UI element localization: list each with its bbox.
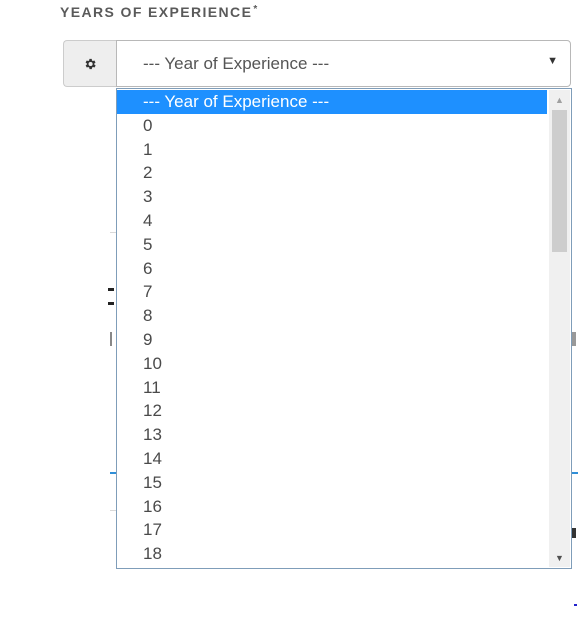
- scroll-down-icon[interactable]: ▼: [549, 548, 570, 567]
- required-marker: *: [253, 4, 259, 15]
- background-divider: [574, 604, 577, 606]
- background-divider: [572, 332, 576, 346]
- option-selected[interactable]: --- Year of Experience ---: [117, 90, 547, 114]
- chevron-down-icon: ▼: [547, 55, 558, 67]
- gear-addon: [63, 40, 116, 87]
- dropdown-option[interactable]: 13: [117, 423, 547, 447]
- dropdown-option[interactable]: 17: [117, 518, 547, 542]
- dropdown-option[interactable]: 10: [117, 352, 547, 376]
- dropdown-option[interactable]: 8: [117, 304, 547, 328]
- years-of-experience-select[interactable]: --- Year of Experience --- ▼: [116, 40, 571, 87]
- dropdown-option[interactable]: 6: [117, 257, 547, 281]
- scroll-up-icon[interactable]: ▲: [549, 90, 570, 109]
- background-divider: [572, 472, 578, 474]
- dropdown-option[interactable]: 7: [117, 280, 547, 304]
- scrollbar-thumb[interactable]: [552, 110, 567, 252]
- dropdown-option[interactable]: 16: [117, 495, 547, 519]
- years-of-experience-listbox[interactable]: --- Year of Experience --- 0 1 2 3 4 5 6 7 8 9 10 11…: [116, 88, 572, 569]
- select-current-value: --- Year of Experience ---: [143, 54, 330, 73]
- dropdown-option[interactable]: 11: [117, 376, 547, 400]
- dropdown-option[interactable]: 0: [117, 114, 547, 138]
- dropdown-option[interactable]: 5: [117, 233, 547, 257]
- dropdown-option[interactable]: 2: [117, 161, 547, 185]
- background-fragment: [106, 278, 116, 318]
- label-text: YEARS OF EXPERIENCE: [60, 4, 253, 20]
- dropdown-option[interactable]: 1: [117, 138, 547, 162]
- dropdown-option[interactable]: 3: [117, 185, 547, 209]
- dropdown-option[interactable]: 4: [117, 209, 547, 233]
- background-divider: [110, 332, 112, 346]
- years-of-experience-label: YEARS OF EXPERIENCE*: [60, 4, 259, 20]
- dropdown-option[interactable]: 14: [117, 447, 547, 471]
- background-divider: [572, 528, 576, 538]
- dropdown-option[interactable]: 18: [117, 542, 547, 566]
- gear-icon: [85, 58, 96, 69]
- dropdown-option[interactable]: 12: [117, 399, 547, 423]
- dropdown-option[interactable]: 15: [117, 471, 547, 495]
- scrollbar[interactable]: ▲ ▼: [549, 90, 570, 567]
- form-area: YEARS OF EXPERIENCE* --- Year of Experie…: [0, 0, 578, 618]
- dropdown-option[interactable]: 9: [117, 328, 547, 352]
- option-list: --- Year of Experience --- 0 1 2 3 4 5 6 7 8 9 10 11…: [117, 90, 547, 566]
